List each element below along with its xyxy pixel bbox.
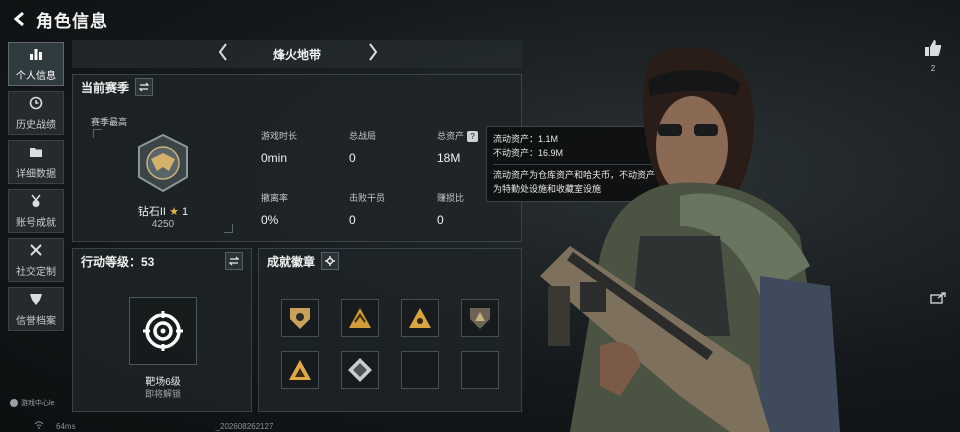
badge-dark-shield-icon xyxy=(470,308,490,329)
stat-operators-defeated: 击败干员 0 xyxy=(349,191,429,227)
badge-slot[interactable] xyxy=(401,299,439,337)
thumbs-up-icon xyxy=(925,40,942,56)
share-button[interactable] xyxy=(930,292,948,306)
help-icon[interactable]: ? xyxy=(467,131,479,142)
status-bar: 64ms _202608262127 xyxy=(0,420,560,432)
badge-gold-triangle-icon xyxy=(289,360,311,380)
wifi-icon xyxy=(34,421,44,431)
rank-score: 4250 xyxy=(151,219,175,230)
badge-slot-empty[interactable] xyxy=(461,351,499,389)
shield-icon xyxy=(29,292,43,309)
like-button[interactable] xyxy=(922,38,944,60)
action-level-panel: 行动等级：53 靶场6级 即将解锁 xyxy=(72,248,252,412)
stat-label: 游戏时长 xyxy=(261,131,298,141)
page-title: 角色信息 xyxy=(36,11,108,31)
stat-value: 0 xyxy=(437,213,444,227)
stat-play-time: 游戏时长 0min xyxy=(261,129,341,165)
stat-label-text: 总资产 xyxy=(437,131,465,141)
mode-title: 烽火地带 xyxy=(272,47,321,62)
stat-value: 0 xyxy=(349,213,356,227)
badge-triangle-icon xyxy=(349,308,371,328)
chevron-right-icon[interactable] xyxy=(362,42,384,68)
rank-star-count: 1 xyxy=(182,206,189,218)
player-id-text: _202608262127 xyxy=(215,421,274,431)
sidebar-item-label: 社交定制 xyxy=(16,266,56,278)
clock-icon xyxy=(29,96,43,113)
season-best-label: 赛季最高 xyxy=(91,117,128,127)
rank-title: 钻石II xyxy=(137,206,166,218)
achievement-badges-panel: 成就徽章 xyxy=(258,248,522,412)
bar-chart-icon xyxy=(29,47,43,64)
star-icon: ★ xyxy=(169,206,179,218)
sidebar-item-achievements[interactable]: 账号成就 xyxy=(8,189,64,233)
switch-season-button[interactable] xyxy=(135,78,154,96)
shooting-range-icon-box[interactable] xyxy=(129,297,197,365)
sidebar-item-label: 账号成就 xyxy=(16,217,56,229)
sidebar: 个人信息 历史战绩 详细数据 账号成就 社交定制 信誉档案 xyxy=(8,42,64,336)
share-icon xyxy=(930,292,946,304)
stat-extract-rate: 撤离率 0% xyxy=(261,191,341,227)
badge-slot[interactable] xyxy=(281,299,319,337)
rank-emblem-icon xyxy=(138,133,188,193)
character-portrait xyxy=(540,47,840,432)
header-bar: 角色信息 xyxy=(0,0,960,38)
badge-triangle-eye-icon xyxy=(409,308,431,328)
stat-label: 击败干员 xyxy=(349,193,386,203)
level-status: 即将解锁 xyxy=(144,389,181,399)
badge-shield-icon xyxy=(290,308,310,329)
back-arrow-icon[interactable] xyxy=(4,0,36,38)
sidebar-item-label: 历史战绩 xyxy=(16,119,56,131)
badge-slot[interactable] xyxy=(461,299,499,337)
medal-icon xyxy=(29,194,43,211)
sidebar-item-label: 个人信息 xyxy=(16,70,56,82)
sidebar-item-reputation[interactable]: 信誉档案 xyxy=(8,287,64,331)
sidebar-item-personal-info[interactable]: 个人信息 xyxy=(8,42,64,86)
game-center-link[interactable]: 游戏中心le xyxy=(10,398,54,408)
sidebar-item-label: 详细数据 xyxy=(16,168,56,180)
level-header: 行动等级：53 xyxy=(73,249,251,273)
stat-value: 0% xyxy=(261,213,279,227)
badge-slot[interactable] xyxy=(281,351,319,389)
sidebar-item-history[interactable]: 历史战绩 xyxy=(8,91,64,135)
game-center-label: 游戏中心le xyxy=(21,400,55,407)
folder-icon xyxy=(29,145,43,162)
badge-slot[interactable] xyxy=(341,299,379,337)
sidebar-item-detailed-data[interactable]: 详细数据 xyxy=(8,140,64,184)
tools-icon xyxy=(29,243,43,260)
badge-diamond-icon xyxy=(348,358,372,382)
ping-value: 64ms xyxy=(56,421,76,431)
level-name: 靶场6级 xyxy=(145,377,181,388)
stat-value: 0min xyxy=(261,151,288,165)
game-center-icon xyxy=(10,399,18,407)
stat-label: 撤离率 xyxy=(261,193,289,203)
badge-slot[interactable] xyxy=(341,351,379,389)
badges-header: 成就徽章 xyxy=(259,249,521,273)
gear-icon xyxy=(325,256,336,266)
sidebar-item-social-custom[interactable]: 社交定制 xyxy=(8,238,64,282)
rank-box: 钻石II ★ 1 4250 xyxy=(93,129,233,233)
stat-total-matches: 总战局 0 xyxy=(349,129,429,165)
target-icon xyxy=(143,311,183,351)
badge-settings-button[interactable] xyxy=(321,252,340,270)
season-panel: 当前赛季 赛季最高 钻石II ★ 1 4250 游戏时长 0min 总战局 0 … xyxy=(72,74,522,242)
mode-selector: 烽火地带 xyxy=(72,40,522,68)
badges-heading: 成就徽章 xyxy=(267,254,316,269)
sidebar-item-label: 信誉档案 xyxy=(16,315,56,327)
switch-level-button[interactable] xyxy=(225,252,243,270)
like-count: 2 xyxy=(930,64,936,73)
stat-label: 总战局 xyxy=(349,131,377,141)
swap-icon xyxy=(139,82,150,92)
season-header: 当前赛季 xyxy=(73,75,521,99)
badge-slot-empty[interactable] xyxy=(401,351,439,389)
level-heading: 行动等级：53 xyxy=(81,254,155,269)
rank-name: 钻石II ★ 1 xyxy=(93,203,233,219)
chevron-left-icon[interactable] xyxy=(212,42,234,68)
stat-value: 0 xyxy=(349,151,356,165)
swap-icon xyxy=(229,256,239,266)
season-heading: 当前赛季 xyxy=(81,80,130,95)
